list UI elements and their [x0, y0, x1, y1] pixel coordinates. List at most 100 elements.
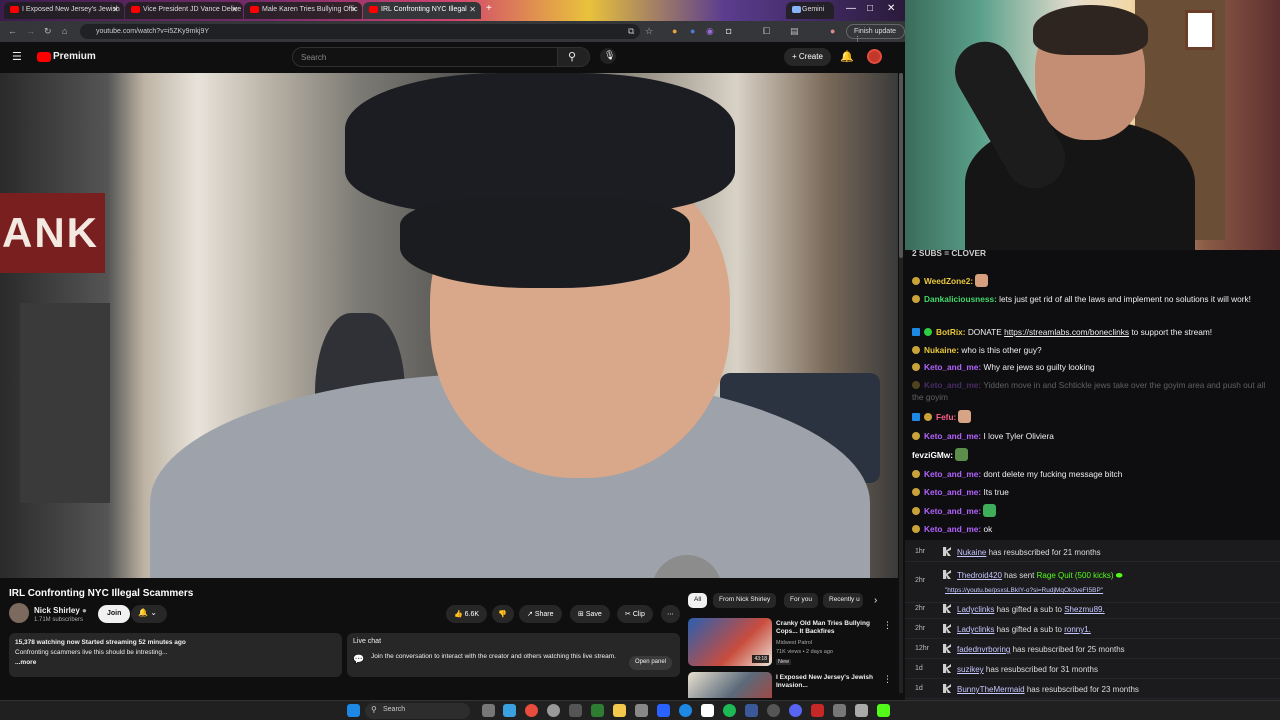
- chat-username[interactable]: Keto_and_me:: [924, 380, 981, 390]
- more-actions-button[interactable]: ⋯: [661, 605, 680, 623]
- app-icon[interactable]: [745, 704, 758, 717]
- kebab-menu-icon[interactable]: ⋮: [883, 620, 892, 631]
- new-tab-button[interactable]: +: [486, 3, 492, 14]
- chevron-right-icon[interactable]: ›: [874, 595, 877, 606]
- microphone-icon[interactable]: 🎙: [600, 48, 616, 64]
- profile-avatar-icon[interactable]: ●: [830, 26, 835, 36]
- recommendation-item[interactable]: 43:18 Cranky Old Man Tries Bullying Cops…: [688, 618, 893, 668]
- start-menu-icon[interactable]: [347, 704, 360, 717]
- chat-username[interactable]: Keto_and_me:: [924, 431, 981, 441]
- like-button[interactable]: 👍 6.6K: [446, 605, 488, 623]
- app-icon[interactable]: [657, 704, 670, 717]
- close-window-icon[interactable]: ✕: [887, 3, 895, 14]
- chat-username[interactable]: BotRix:: [936, 327, 966, 337]
- file-explorer-icon[interactable]: [613, 704, 626, 717]
- url-field[interactable]: youtube.com/watch?v=i5ZKy9mkj9Y: [80, 24, 640, 39]
- channel-avatar[interactable]: [9, 603, 29, 623]
- app-icon[interactable]: [635, 704, 648, 717]
- extension-icon[interactable]: ◘: [726, 26, 731, 36]
- taskbar-search[interactable]: ⚲ Search: [365, 703, 470, 719]
- event-target[interactable]: Shezmu89.: [1064, 605, 1104, 614]
- bookmark-star-icon[interactable]: ☆: [645, 26, 653, 37]
- dislike-button[interactable]: 👎: [492, 605, 514, 623]
- extension-icon[interactable]: ◉: [706, 26, 714, 37]
- chip-recently[interactable]: Recently u: [823, 593, 863, 608]
- finish-update-button[interactable]: Finish update ⋮: [846, 24, 905, 43]
- maximize-icon[interactable]: □: [867, 3, 873, 14]
- tab-3[interactable]: Male Karen Tries Bullying Offic ✕: [244, 2, 362, 19]
- kick-app-icon[interactable]: [877, 704, 890, 717]
- app-icon[interactable]: [547, 704, 560, 717]
- install-icon[interactable]: ⧉: [628, 26, 634, 37]
- chat-username[interactable]: Fefu:: [936, 412, 956, 422]
- recommendation-item[interactable]: I Exposed New Jersey's Jewish Invasion..…: [688, 672, 893, 698]
- chat-username[interactable]: Dankaliciousness:: [924, 294, 997, 304]
- youtube-premium-logo[interactable]: Premium: [53, 51, 96, 62]
- event-link[interactable]: "https://youtu.be/psxsLBkIY-o?si=RudjMqO…: [945, 587, 1103, 594]
- app-icon[interactable]: [811, 704, 824, 717]
- youtube-logo-icon[interactable]: [37, 52, 51, 62]
- event-user[interactable]: BunnyTheMermaid: [957, 685, 1025, 694]
- event-user[interactable]: Nukaine: [957, 548, 986, 557]
- event-user[interactable]: Ladyclinks: [957, 625, 994, 634]
- chat-username[interactable]: WeedZone2:: [924, 276, 973, 286]
- scrollbar[interactable]: [899, 73, 903, 693]
- subscribed-bell-button[interactable]: 🔔 ⌄: [131, 605, 167, 623]
- app-icon[interactable]: [855, 704, 868, 717]
- chat-username[interactable]: Keto_and_me:: [924, 362, 981, 372]
- chip-all[interactable]: All: [688, 593, 708, 608]
- back-icon[interactable]: ←: [8, 26, 17, 36]
- chip-for-you[interactable]: For you: [784, 593, 819, 608]
- home-icon[interactable]: ⌂: [62, 26, 67, 36]
- extension-icon[interactable]: ●: [690, 26, 695, 36]
- forward-icon[interactable]: →: [26, 26, 35, 36]
- event-user[interactable]: suzikey: [957, 665, 984, 674]
- description-box[interactable]: 15,378 watching now Started streaming 52…: [9, 633, 342, 677]
- event-target[interactable]: ronny1.: [1064, 625, 1091, 634]
- save-button[interactable]: ⊞ Save: [570, 605, 610, 623]
- chat-username[interactable]: Nukaine:: [924, 345, 959, 355]
- join-button[interactable]: Join: [98, 605, 131, 623]
- app-icon[interactable]: [833, 704, 846, 717]
- app-icon[interactable]: [503, 704, 516, 717]
- tab-1[interactable]: I Exposed New Jersey's Jewish ✕: [4, 2, 124, 19]
- open-panel-button[interactable]: Open panel: [628, 656, 672, 670]
- reload-icon[interactable]: ↻: [44, 26, 52, 37]
- app-icon[interactable]: [701, 704, 714, 717]
- edge-icon[interactable]: [679, 704, 692, 717]
- chat-username[interactable]: Keto_and_me:: [924, 506, 981, 516]
- close-icon[interactable]: ✕: [469, 5, 476, 14]
- chip-from-channel[interactable]: From Nick Shirley: [713, 593, 777, 608]
- search-input[interactable]: Search: [292, 47, 558, 67]
- clip-button[interactable]: ✂ Clip: [617, 605, 653, 623]
- chrome-icon[interactable]: [525, 704, 538, 717]
- app-icon[interactable]: [569, 704, 582, 717]
- chat-username[interactable]: Keto_and_me:: [924, 469, 981, 479]
- share-button[interactable]: ↗ Share: [519, 605, 562, 623]
- close-icon[interactable]: ✕: [112, 5, 119, 14]
- minimize-icon[interactable]: —: [846, 3, 856, 14]
- event-user[interactable]: fadednvrboring: [957, 645, 1010, 654]
- app-icon[interactable]: [591, 704, 604, 717]
- spotify-icon[interactable]: [723, 704, 736, 717]
- hamburger-menu-icon[interactable]: ☰: [12, 50, 22, 63]
- tab-4-active[interactable]: IRL Confronting NYC Illegal ✕: [363, 2, 481, 19]
- task-view-icon[interactable]: [482, 704, 495, 717]
- sidebar-icon[interactable]: ▤: [790, 26, 799, 37]
- app-icon[interactable]: [767, 704, 780, 717]
- tab-2[interactable]: Vice President JD Vance Delive ✕: [125, 2, 243, 19]
- extension-icon[interactable]: ●: [672, 26, 677, 36]
- discord-icon[interactable]: [789, 704, 802, 717]
- kebab-menu-icon[interactable]: ⋮: [883, 674, 892, 685]
- close-icon[interactable]: ✕: [350, 5, 357, 14]
- chat-username[interactable]: Keto_and_me:: [924, 487, 981, 497]
- extensions-puzzle-icon[interactable]: ⧠: [763, 26, 770, 37]
- close-icon[interactable]: ✕: [231, 5, 238, 14]
- scrollbar-thumb[interactable]: [899, 73, 903, 258]
- avatar[interactable]: [867, 49, 882, 64]
- video-player[interactable]: ANK: [0, 73, 898, 578]
- event-user[interactable]: Thedroid420: [957, 571, 1002, 580]
- create-button[interactable]: + Create: [784, 48, 831, 66]
- notifications-bell-icon[interactable]: 🔔: [840, 50, 854, 63]
- description-more-link[interactable]: ...more: [15, 658, 336, 668]
